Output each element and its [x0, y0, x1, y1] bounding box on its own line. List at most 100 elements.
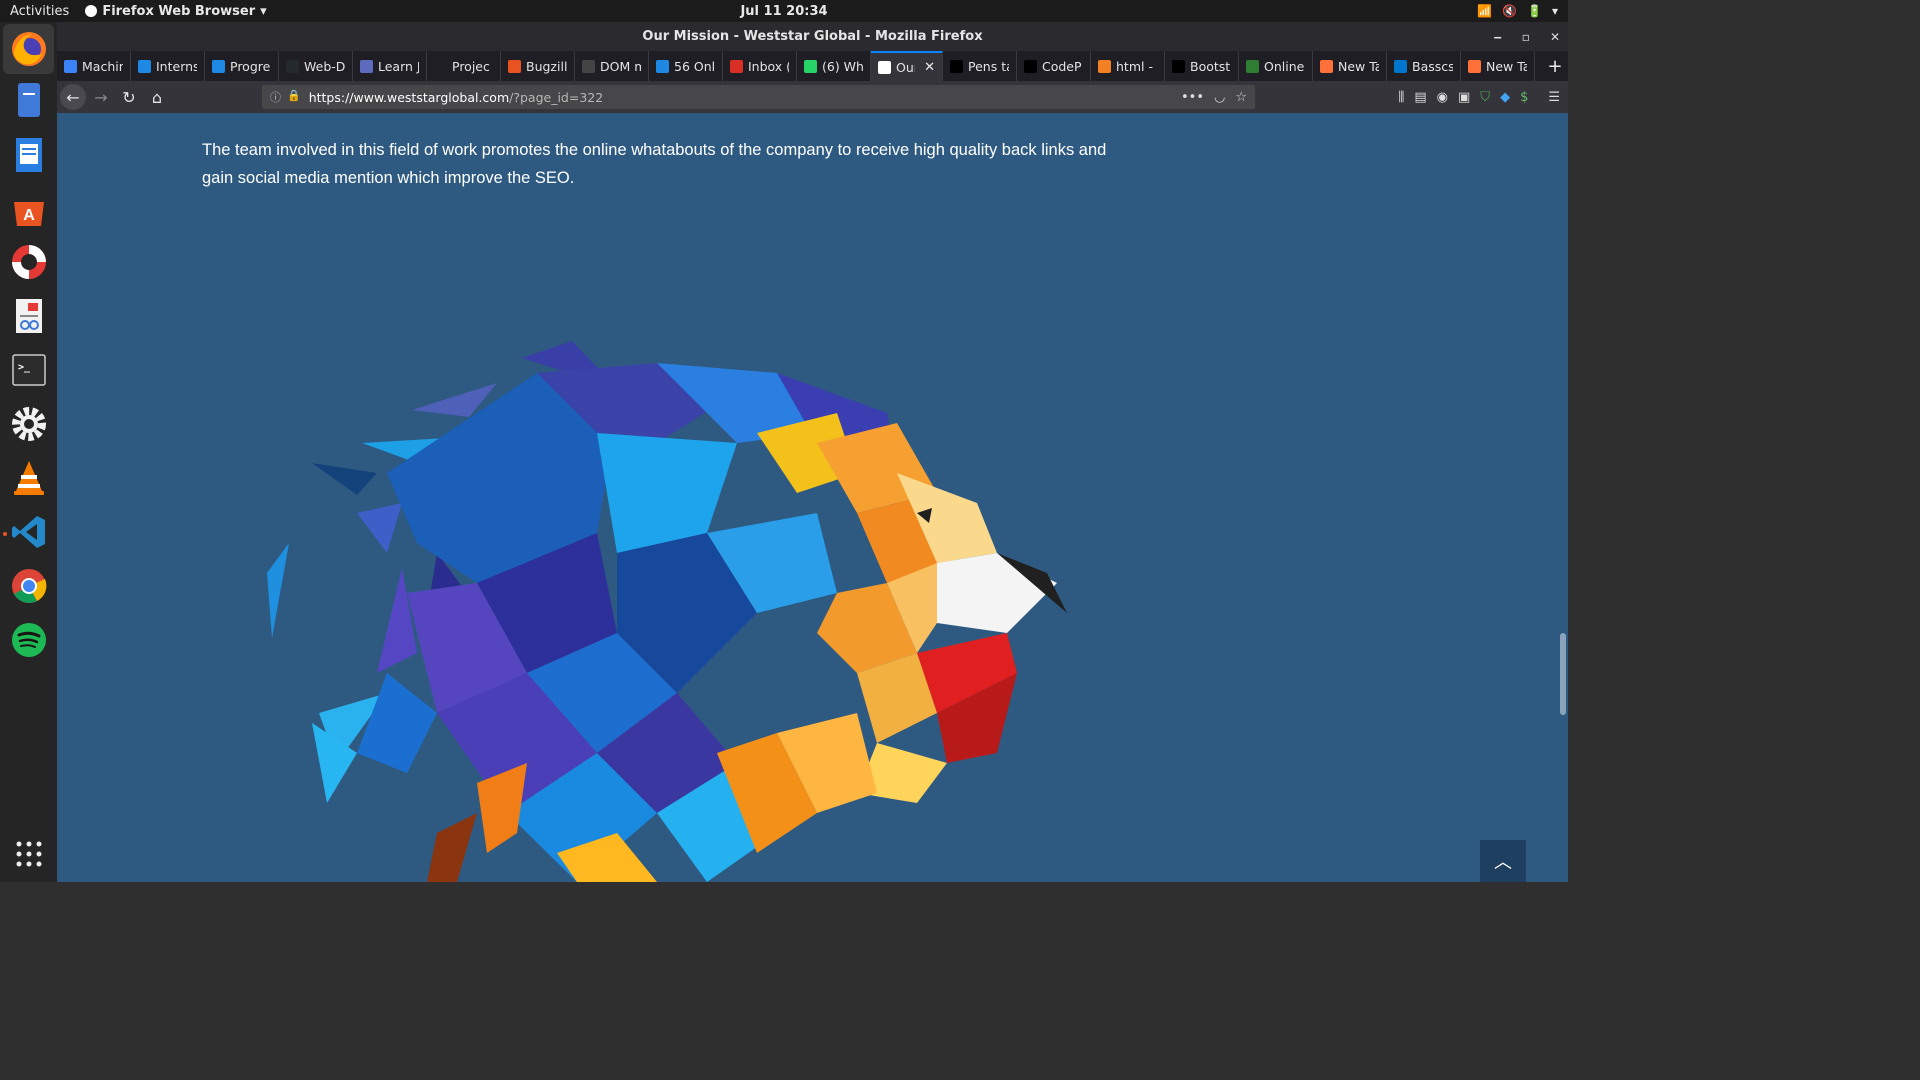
arrow-left-icon: ← [66, 87, 80, 107]
tab-label: CodeP [1042, 58, 1082, 74]
tab-2[interactable]: Progre [205, 51, 279, 81]
tab-6[interactable]: Bugzilla [501, 51, 575, 81]
bugzilla-icon [508, 59, 521, 73]
vscode-launcher[interactable] [9, 512, 49, 552]
tab-16[interactable]: Online [1239, 51, 1313, 81]
scrollbar-thumb[interactable] [1560, 633, 1566, 715]
url-bar[interactable]: ⓘ 🔒 https://www.weststarglobal.com/?page… [262, 85, 1255, 109]
tab-4[interactable]: Learn J [353, 51, 427, 81]
sidebar-icon[interactable]: ▤ [1414, 90, 1426, 105]
tab-1[interactable]: Interns [131, 51, 205, 81]
url-path: /?page_id=322 [509, 89, 604, 105]
terminal-launcher[interactable]: >_ [9, 350, 49, 390]
gear-icon [12, 407, 46, 441]
page-actions-icon[interactable]: ••• [1181, 90, 1204, 105]
maximize-button[interactable]: ▫ [1522, 30, 1530, 44]
spotify-launcher[interactable] [9, 620, 49, 660]
activities-button[interactable]: Activities [0, 4, 79, 19]
account-icon[interactable]: ◉ [1437, 90, 1448, 105]
medium-icon [1172, 59, 1185, 73]
tab-12[interactable]: Pens ta [943, 51, 1017, 81]
github-icon [286, 59, 299, 73]
software-launcher[interactable]: A [9, 189, 49, 229]
files-icon [18, 83, 40, 117]
extension-icon[interactable]: ▣ [1458, 90, 1470, 105]
tab-15[interactable]: Bootst [1165, 51, 1239, 81]
bookmark-star-icon[interactable]: ☆ [1235, 90, 1247, 105]
internshala-icon [656, 59, 669, 73]
firefox-launcher[interactable] [3, 24, 54, 74]
tab-label: Progre [230, 58, 271, 74]
tab-13[interactable]: CodeP [1017, 51, 1091, 81]
internshala-icon [212, 59, 225, 73]
settings-launcher[interactable] [9, 404, 49, 444]
window-titlebar[interactable]: Our Mission - Weststar Global - Mozilla … [57, 22, 1568, 51]
stackoverflow-icon [1098, 59, 1111, 73]
tab-label: Bugzilla [526, 58, 567, 74]
tab-label: Machin [82, 58, 123, 74]
library-icon[interactable]: ⫼ [1398, 90, 1404, 105]
extension-badge-icon[interactable]: ◆ [1500, 90, 1510, 105]
tab-11[interactable]: Our ✕ [871, 51, 943, 81]
tab-18[interactable]: Basscss [1387, 51, 1461, 81]
scroll-to-top-button[interactable]: ︿ [1480, 840, 1526, 882]
tab-19[interactable]: New Ta [1461, 51, 1535, 81]
page-scrollbar[interactable] [1557, 113, 1568, 882]
reload-button[interactable]: ↻ [116, 84, 142, 110]
tab-17[interactable]: New Ta [1313, 51, 1387, 81]
tab-7[interactable]: DOM m [575, 51, 649, 81]
home-button[interactable]: ⌂ [144, 84, 170, 110]
show-applications-button[interactable] [9, 834, 49, 874]
app-menu[interactable]: Firefox Web Browser ▾ [79, 3, 267, 19]
system-tray[interactable]: 📶 🔇 🔋 ▾ [1477, 4, 1558, 18]
tab-5[interactable]: Projec [427, 51, 501, 81]
vlc-launcher[interactable] [9, 458, 49, 498]
pocket-icon[interactable]: ◡ [1214, 90, 1225, 105]
tab-8[interactable]: 56 Onli [649, 51, 723, 81]
chevron-down-icon: ▾ [1551, 4, 1558, 18]
tab-label: Bootst [1190, 58, 1231, 74]
tab-10[interactable]: (6) Wha [797, 51, 871, 81]
tab-label: New Ta [1338, 58, 1379, 74]
tab-9[interactable]: Inbox ( [723, 51, 797, 81]
firefox-icon [1320, 59, 1333, 73]
home-icon: ⌂ [151, 87, 163, 107]
lifebuoy-icon [12, 245, 46, 279]
tab-label: 56 Onli [674, 58, 715, 74]
forward-button[interactable]: → [88, 84, 114, 110]
new-tab-button[interactable]: + [1542, 51, 1568, 81]
document-viewer-launcher[interactable] [9, 296, 49, 336]
shield-icon[interactable]: ⛉ [1480, 90, 1490, 105]
tab-14[interactable]: html - I [1091, 51, 1165, 81]
help-launcher[interactable] [9, 242, 49, 282]
hamburger-menu-icon[interactable]: ☰ [1548, 90, 1560, 105]
dollar-extension-icon[interactable]: $ [1520, 90, 1528, 105]
files-launcher[interactable] [9, 80, 49, 120]
polygon-lion-illustration [267, 341, 1067, 882]
close-window-button[interactable]: ✕ [1550, 30, 1560, 44]
writer-launcher[interactable] [9, 135, 49, 175]
tab-label: Projec [452, 58, 490, 74]
tab-3[interactable]: Web-D [279, 51, 353, 81]
tab-label: Online [1264, 58, 1305, 74]
close-tab-icon[interactable]: ✕ [924, 60, 935, 75]
back-button[interactable]: ← [60, 84, 86, 110]
site-identity[interactable]: ⓘ 🔒 [262, 89, 309, 105]
tab-label: Pens ta [968, 58, 1009, 74]
tab-label: Web-D [304, 58, 345, 74]
tab-0[interactable]: Machin [57, 51, 131, 81]
url-text[interactable]: https://www.weststarglobal.com/?page_id=… [309, 90, 603, 105]
clock[interactable]: Jul 11 20:34 [740, 4, 827, 19]
basscss-icon [1394, 59, 1407, 73]
minimize-button[interactable]: ‒ [1493, 30, 1501, 44]
chevron-down-icon: ▾ [260, 3, 267, 19]
vlc-icon [14, 461, 44, 495]
spotify-icon [12, 623, 46, 657]
document-viewer-icon [16, 299, 42, 333]
battery-icon: 🔋 [1527, 4, 1542, 18]
tab-label: Interns [156, 58, 197, 74]
firefox-icon [1468, 59, 1481, 73]
chrome-launcher[interactable] [9, 566, 49, 606]
tab-label: Inbox ( [748, 58, 789, 74]
reload-icon: ↻ [122, 87, 136, 107]
